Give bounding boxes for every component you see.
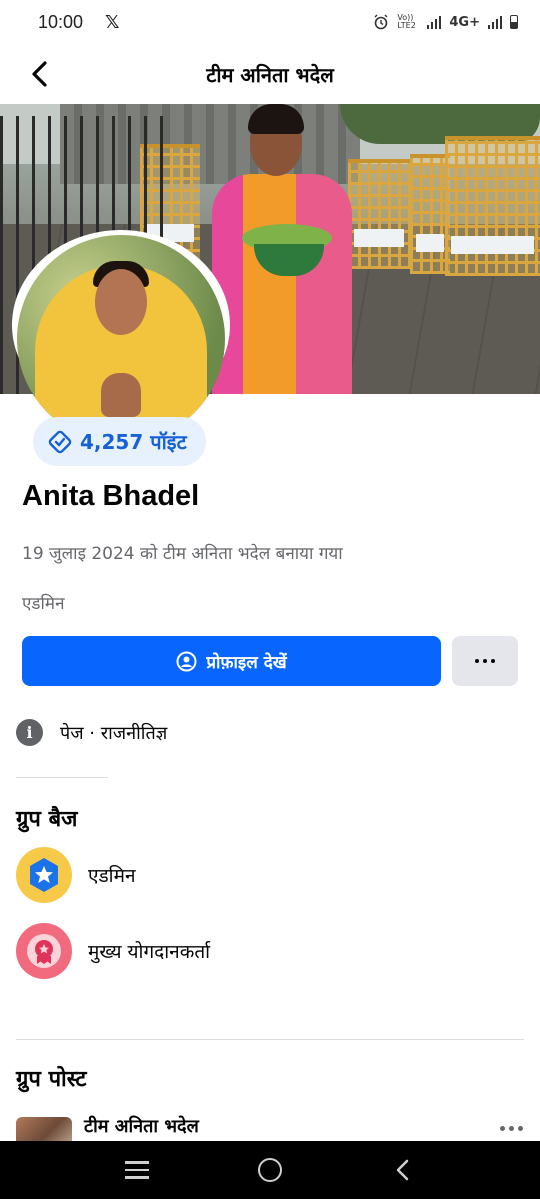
page-info-row[interactable]: i पेज · राजनीतिज्ञ xyxy=(16,719,167,746)
badge-row-admin[interactable]: एडमिन xyxy=(16,847,136,903)
role-text: एडमिन xyxy=(22,594,65,614)
more-options-button[interactable] xyxy=(452,636,518,686)
back-icon[interactable] xyxy=(391,1158,415,1182)
more-dot-icon xyxy=(475,659,479,663)
joined-text: 19 जुलाइ 2024 को टीम अनिता भदेल बनाया गय… xyxy=(22,544,343,564)
view-profile-label: प्रोफ़ाइल देखें xyxy=(206,652,287,673)
battery-icon xyxy=(510,15,518,29)
top-contributor-badge-icon xyxy=(16,923,72,979)
top-app-bar: टीम अनिता भदेल xyxy=(0,48,540,100)
recent-apps-icon[interactable] xyxy=(124,1161,149,1179)
status-time: 10:00 xyxy=(38,11,84,32)
cover-barrier xyxy=(410,154,450,274)
info-icon: i xyxy=(16,719,43,746)
signal-icon xyxy=(427,15,442,29)
profile-name: Anita Bhadel xyxy=(22,480,200,512)
divider xyxy=(16,777,108,778)
points-diamond-icon xyxy=(48,430,72,453)
avatar[interactable] xyxy=(12,230,230,443)
volte-label: Vo)) LTE2 xyxy=(397,13,416,30)
points-text: 4,257 पॉइंट xyxy=(80,430,187,454)
network-label: 4G+ xyxy=(449,14,480,30)
post-header[interactable]: टीम अनिता भदेल xyxy=(16,1112,540,1142)
post-author-name[interactable]: टीम अनिता भदेल xyxy=(84,1114,199,1138)
status-bar: 10:00 𝕏 Vo)) LTE2 4G+ xyxy=(0,0,540,44)
page-info-text: पेज · राजनीतिज्ञ xyxy=(60,722,168,744)
admin-star-badge-icon xyxy=(16,847,72,903)
group-member-profile-screen: 10:00 𝕏 Vo)) LTE2 4G+ टीम अनिता भदेल 4,2… xyxy=(0,0,540,1199)
home-icon[interactable] xyxy=(257,1158,282,1182)
cover-barrier xyxy=(445,136,540,276)
badges-section-title: ग्रुप बैज xyxy=(16,807,78,832)
badge-label-top-contributor: मुख्य योगदानकर्ता xyxy=(88,941,211,963)
more-dot-icon xyxy=(483,659,487,663)
signal-icon-2 xyxy=(488,15,502,29)
avatar-photo xyxy=(17,235,225,443)
post-author-avatar[interactable] xyxy=(16,1117,72,1142)
divider xyxy=(16,1039,524,1040)
more-dot-icon xyxy=(491,659,495,663)
badge-row-top-contributor[interactable]: मुख्य योगदानकर्ता xyxy=(16,923,210,979)
x-logo-icon: 𝕏 xyxy=(105,11,120,33)
back-arrow-icon[interactable] xyxy=(26,58,56,90)
page-title: टीम अनिता भदेल xyxy=(206,62,334,87)
badge-label-admin: एडमिन xyxy=(88,865,136,887)
posts-section-title: ग्रुप पोस्ट xyxy=(16,1067,87,1092)
alarm-icon xyxy=(374,14,388,30)
view-profile-button[interactable]: प्रोफ़ाइल देखें xyxy=(22,636,441,686)
post-more-icon[interactable] xyxy=(500,1126,523,1131)
profile-icon xyxy=(176,651,197,671)
status-icons: Vo)) LTE2 4G+ xyxy=(373,14,518,30)
points-badge[interactable]: 4,257 पॉइंट xyxy=(33,417,206,466)
system-navigation-bar xyxy=(0,1141,540,1199)
